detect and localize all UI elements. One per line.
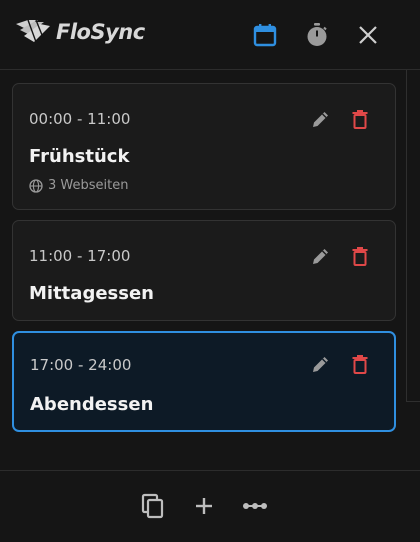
copy-button[interactable]: [138, 491, 168, 521]
timeslot-title: Mittagessen: [29, 283, 154, 304]
edit-button[interactable]: [308, 106, 334, 132]
timeslot-card[interactable]: 11:00 - 17:00 Mittagessen: [12, 220, 396, 321]
header: FloSync: [0, 0, 420, 70]
calendar-button[interactable]: [250, 20, 280, 50]
more-horizontal-icon: [243, 503, 267, 509]
timeslot-websites: 3 Webseiten: [29, 178, 128, 193]
flosync-logo-icon: [16, 19, 50, 43]
pencil-icon: [313, 112, 328, 127]
websites-count: 3 Webseiten: [48, 178, 129, 193]
close-button[interactable]: [353, 20, 383, 50]
timeslot-time: 00:00 - 11:00: [29, 110, 131, 128]
more-button[interactable]: [240, 491, 270, 521]
scroll-edge: [406, 70, 407, 402]
calendar-icon: [253, 24, 277, 47]
trash-icon: [352, 247, 368, 266]
pencil-icon: [313, 357, 328, 372]
app-name: FloSync: [56, 20, 145, 44]
copy-icon: [141, 493, 164, 519]
timeslot-title: Abendessen: [30, 394, 154, 415]
edit-button[interactable]: [308, 243, 334, 269]
delete-button[interactable]: [347, 243, 373, 269]
timer-button[interactable]: [302, 20, 332, 50]
footer-toolbar: [0, 470, 420, 542]
trash-icon: [352, 355, 368, 374]
close-icon: [359, 26, 377, 44]
timeslot-list: 00:00 - 11:00 Frühstück 3 Webseiten 11:0…: [12, 83, 396, 442]
timeslot-card-selected[interactable]: 17:00 - 24:00 Abendessen: [12, 331, 396, 432]
globe-icon: [29, 178, 43, 193]
scroll-edge-corner: [406, 401, 420, 402]
trash-icon: [352, 110, 368, 129]
timeslot-title: Frühstück: [29, 146, 130, 167]
timeslot-time: 11:00 - 17:00: [29, 247, 131, 265]
add-timeslot-button[interactable]: [189, 491, 219, 521]
timeslot-time: 17:00 - 24:00: [30, 356, 132, 374]
edit-button[interactable]: [308, 351, 334, 377]
delete-button[interactable]: [347, 351, 373, 377]
stopwatch-icon: [307, 23, 327, 46]
plus-icon: [196, 498, 212, 514]
timeslot-card[interactable]: 00:00 - 11:00 Frühstück 3 Webseiten: [12, 83, 396, 210]
logo: FloSync: [14, 18, 145, 46]
pencil-icon: [313, 249, 328, 264]
delete-button[interactable]: [347, 106, 373, 132]
app-window: FloSync 00:00 - 11:00 Frühstück 3 Websei…: [0, 0, 420, 542]
